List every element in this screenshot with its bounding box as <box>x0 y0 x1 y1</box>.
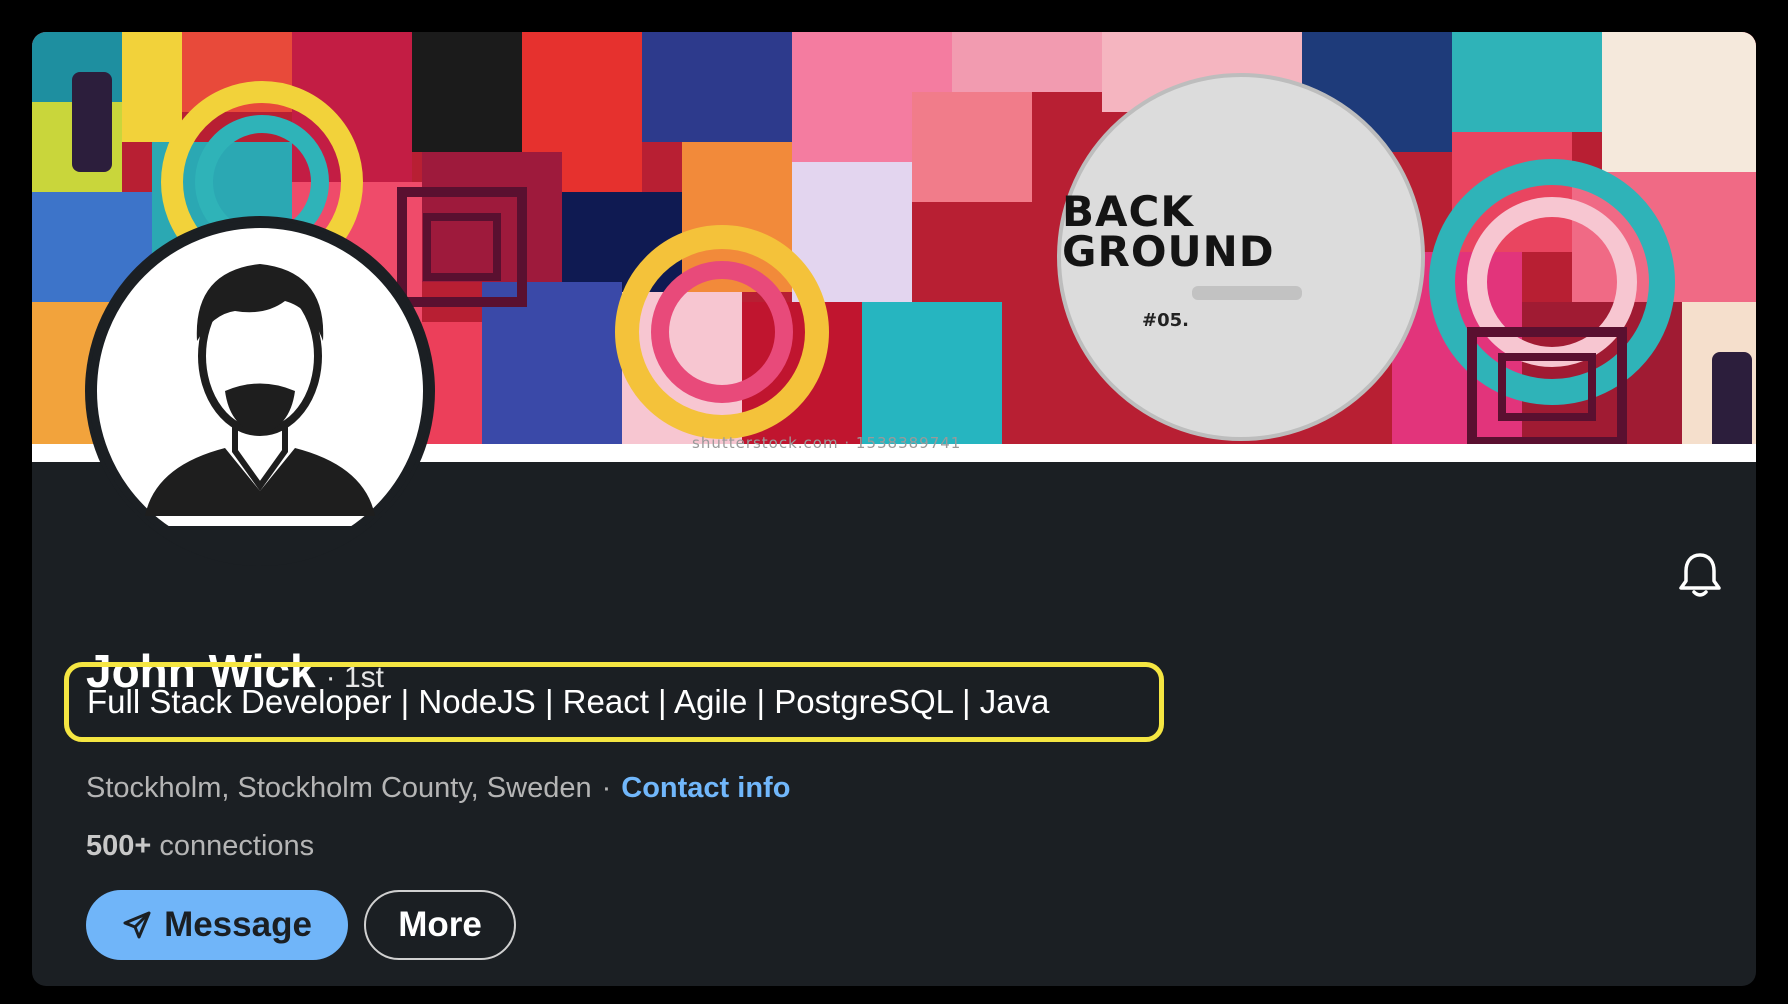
banner-badge-number: #05. <box>1142 310 1189 331</box>
profile-card: BACK GROUND #05. shutterstock.com · 1538… <box>32 32 1756 986</box>
banner-badge-title: BACK GROUND <box>1062 187 1422 276</box>
person-silhouette-icon <box>89 220 431 566</box>
more-button-label: More <box>398 905 482 944</box>
location-row: Stockholm, Stockholm County, Sweden · Co… <box>86 772 790 805</box>
banner-badge-line2: GROUND <box>1062 227 1275 276</box>
connections-count[interactable]: 500+ connections <box>86 830 314 863</box>
profile-headline: Full Stack Developer | NodeJS | React | … <box>87 683 1050 720</box>
banner-badge-line1: BACK <box>1062 187 1194 236</box>
profile-location: Stockholm, Stockholm County, Sweden <box>86 772 592 804</box>
headline-highlight: Full Stack Developer | NodeJS | React | … <box>64 662 1164 742</box>
message-button-label: Message <box>164 905 312 944</box>
send-icon <box>122 910 152 940</box>
connections-label: connections <box>159 830 315 862</box>
notification-bell-button[interactable] <box>1673 548 1727 602</box>
bell-icon <box>1679 553 1721 597</box>
separator-dot: · <box>601 772 612 804</box>
message-button[interactable]: Message <box>86 890 348 960</box>
more-button[interactable]: More <box>364 890 516 960</box>
contact-info-link[interactable]: Contact info <box>621 772 790 805</box>
profile-avatar[interactable] <box>85 216 435 566</box>
connections-number: 500+ <box>86 830 152 862</box>
banner-watermark: shutterstock.com · 1538389741 <box>692 434 962 452</box>
